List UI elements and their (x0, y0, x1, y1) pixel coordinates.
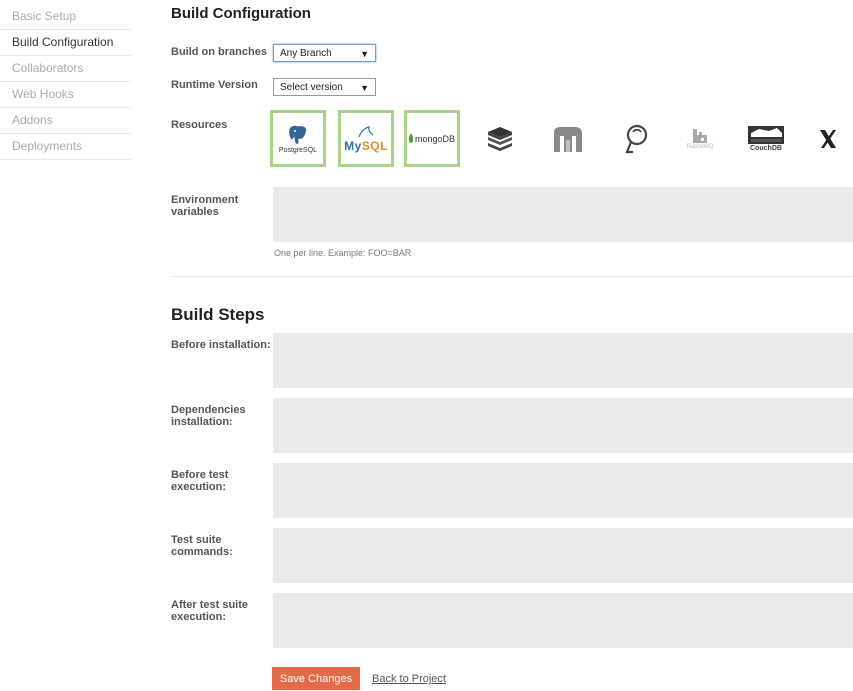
settings-sidebar: Basic Setup Build Configuration Collabor… (0, 4, 131, 160)
test-suite-commands-textarea[interactable] (273, 528, 853, 583)
environment-variables-label: Environment variables (171, 194, 271, 218)
couchdb-label: CouchDB (750, 145, 782, 152)
build-configuration-title: Build Configuration (171, 5, 311, 22)
sidebar-item-basic-setup[interactable]: Basic Setup (0, 4, 131, 30)
resource-elasticsearch[interactable] (608, 110, 664, 167)
back-to-project-link[interactable]: Back to Project (372, 673, 446, 685)
resource-memcached[interactable] (540, 110, 596, 167)
test-suite-commands-label-line2: commands: (171, 546, 233, 558)
elasticsearch-icon (625, 124, 648, 153)
sidebar-item-collaborators[interactable]: Collaborators (0, 56, 131, 82)
mongodb-label: mongoDB (414, 133, 456, 144)
resource-xvfb[interactable] (800, 110, 853, 167)
after-test-suite-execution-label-line2: execution: (171, 611, 227, 623)
sidebar-item-deployments[interactable]: Deployments (0, 134, 131, 160)
runtime-select[interactable]: Select version ▼ (273, 78, 376, 96)
before-test-execution-label: Before test execution: (171, 469, 271, 493)
runtime-select-value: Select version (280, 82, 343, 93)
mysql-label: MySQL (344, 138, 388, 153)
dependencies-installation-label-line1: Dependencies (171, 404, 246, 416)
environment-variables-label-line1: Environment (171, 194, 239, 206)
before-test-execution-textarea[interactable] (273, 463, 853, 518)
caret-down-icon: ▼ (360, 49, 369, 59)
branches-label: Build on branches (171, 46, 267, 58)
branches-select[interactable]: Any Branch ▼ (273, 44, 376, 62)
before-test-execution-label-line1: Before test (171, 469, 229, 481)
postgresql-icon (288, 124, 307, 145)
dependencies-installation-textarea[interactable] (273, 398, 853, 453)
sidebar-item-web-hooks[interactable]: Web Hooks (0, 82, 131, 108)
redis-icon (488, 126, 512, 151)
runtime-label: Runtime Version (171, 79, 258, 91)
after-test-suite-execution-textarea[interactable] (273, 593, 853, 648)
environment-variables-hint: One per line. Example: FOO=BAR (274, 248, 412, 258)
mongodb-logo: mongoDB (408, 133, 456, 144)
test-suite-commands-label: Test suite commands: (171, 534, 271, 558)
sidebar-item-addons[interactable]: Addons (0, 108, 131, 134)
postgresql-label: PostgreSQL (278, 147, 318, 154)
memcached-icon (554, 126, 582, 152)
rabbitmq-label: RabbitMQ (686, 143, 714, 150)
build-steps-title: Build Steps (171, 305, 265, 324)
before-installation-label-line1: Before installation: (171, 339, 271, 351)
xvfb-icon (820, 129, 836, 148)
after-test-suite-execution-label-line1: After test suite (171, 599, 249, 611)
rabbitmq-icon (693, 128, 707, 143)
resource-mysql[interactable]: MySQL (338, 110, 394, 167)
test-suite-commands-label-line1: Test suite (171, 534, 222, 546)
save-changes-button[interactable]: Save Changes (272, 667, 360, 690)
resources-label: Resources (171, 119, 228, 131)
dependencies-installation-label: Dependencies installation: (171, 404, 271, 428)
before-installation-textarea[interactable] (273, 333, 853, 388)
resource-rabbitmq[interactable]: RabbitMQ (672, 110, 728, 167)
couchdb-icon (748, 126, 784, 144)
environment-variables-label-line2: variables (171, 206, 219, 218)
caret-down-icon: ▼ (360, 83, 369, 93)
sidebar-item-build-configuration[interactable]: Build Configuration (0, 30, 131, 56)
branches-select-value: Any Branch (280, 48, 332, 59)
environment-variables-textarea[interactable] (273, 187, 853, 242)
resource-couchdb[interactable]: CouchDB (738, 110, 794, 167)
section-divider (171, 276, 853, 277)
before-installation-label: Before installation: (171, 339, 271, 351)
before-test-execution-label-line2: execution: (171, 481, 227, 493)
after-test-suite-execution-label: After test suite execution: (171, 599, 271, 623)
dependencies-installation-label-line2: installation: (171, 416, 233, 428)
resource-mongodb[interactable]: mongoDB (404, 110, 460, 167)
resource-redis[interactable] (472, 110, 528, 167)
mysql-icon (358, 125, 374, 137)
resource-postgresql[interactable]: PostgreSQL (270, 110, 326, 167)
resources-list: PostgreSQL MySQL mongoDB RabbitMQ CouchD… (270, 110, 853, 167)
mongodb-icon (408, 134, 413, 143)
